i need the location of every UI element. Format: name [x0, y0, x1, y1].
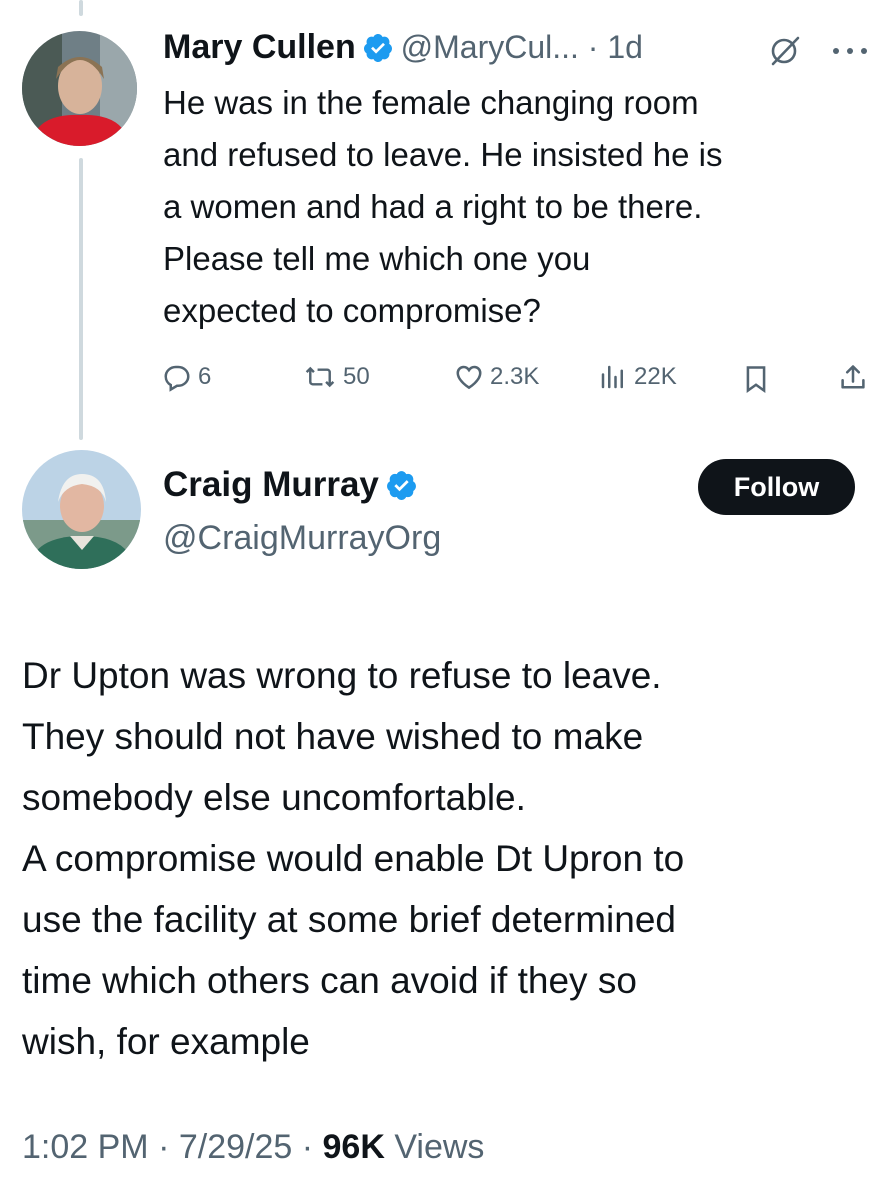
reply-icon [164, 365, 190, 392]
bookmark-icon[interactable] [742, 364, 770, 394]
reply-tweet-text: He was in the female changing room and r… [163, 77, 883, 337]
main-author-header: Craig Murray [163, 465, 418, 509]
verified-badge-icon [387, 470, 417, 500]
grok-icon[interactable] [768, 34, 802, 68]
main-text-line: time which others can avoid if they so [22, 960, 637, 1001]
main-text-line: somebody else uncomfortable. [22, 777, 526, 818]
tweet-meta: 1:02 PM · 7/29/25 · 96K Views [22, 1128, 484, 1167]
main-text-line: Dr Upton was wrong to refuse to leave. [22, 655, 662, 696]
repost-icon [305, 366, 335, 388]
follow-button[interactable]: Follow [698, 459, 855, 515]
more-icon[interactable] [830, 44, 870, 58]
reply-action[interactable]: 6 [162, 362, 211, 392]
views-label: Views [384, 1128, 485, 1166]
verified-badge-icon [364, 33, 393, 62]
repost-action[interactable]: 50 [303, 362, 370, 392]
reply-header: Mary Cullen @MaryCul... · 1d [163, 28, 863, 72]
views-action[interactable]: 22K [598, 362, 677, 392]
reply-text-line: and refused to leave. He insisted he is [163, 136, 723, 173]
main-text-line: use the facility at some brief determine… [22, 899, 676, 940]
main-author-handle[interactable]: @CraigMurrayOrg [163, 519, 441, 558]
thread-line-bottom [79, 158, 83, 440]
like-action[interactable]: 2.3K [454, 362, 539, 392]
thread-line-top [79, 0, 83, 16]
like-icon [456, 365, 482, 390]
share-icon[interactable] [839, 363, 867, 393]
reply-handle-time[interactable]: @MaryCul... · 1d [401, 29, 643, 65]
avatar-mary-cullen[interactable] [22, 31, 137, 146]
main-text-line: They should not have wished to make [22, 716, 644, 757]
tweet-timestamp[interactable]: 1:02 PM · 7/29/25 · [22, 1128, 323, 1166]
like-count: 2.3K [490, 363, 540, 390]
views-count: 22K [634, 363, 677, 390]
main-text-line: A compromise would enable Dt Upron to [22, 838, 685, 879]
repost-count: 50 [343, 363, 370, 390]
reply-text-line: expected to compromise? [163, 292, 541, 329]
reply-text-line: a women and had a right to be there. [163, 188, 703, 225]
avatar-craig-murray[interactable] [22, 450, 141, 569]
reply-text-line: He was in the female changing room [163, 84, 699, 121]
reply-text-line: Please tell me which one you [163, 240, 591, 277]
reply-count: 6 [198, 363, 212, 390]
main-tweet-text: Dr Upton was wrong to refuse to leave. T… [22, 645, 882, 1072]
views-icon [601, 365, 623, 389]
main-text-line: wish, for example [22, 1021, 310, 1062]
reply-author-name[interactable]: Mary Cullen [163, 28, 356, 66]
main-author-name[interactable]: Craig Murray [163, 465, 379, 504]
views-count-main: 96K [322, 1128, 385, 1166]
